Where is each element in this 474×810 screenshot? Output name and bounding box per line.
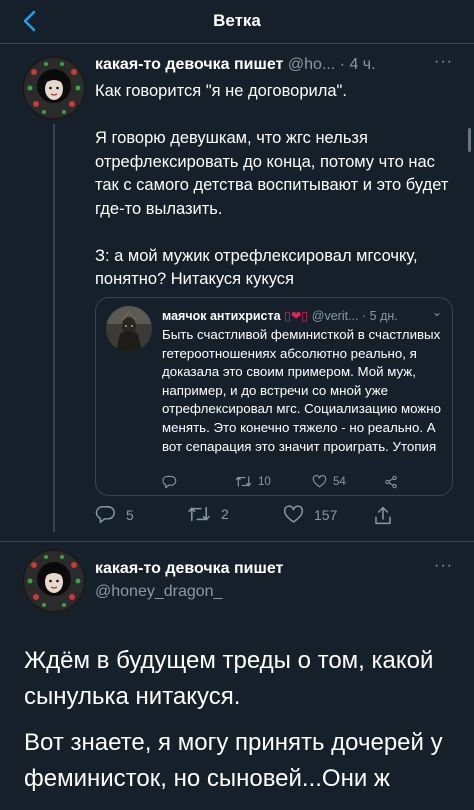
- quoted-share-button[interactable]: [384, 475, 398, 489]
- tweet-paragraph: З: а мой мужик отрефлексировал мгсочку, …: [95, 246, 418, 289]
- reply-icon: [162, 475, 177, 489]
- quoted-author-handle[interactable]: @verit...: [312, 309, 359, 323]
- quoted-tweet-text: Быть счастливой феминисткой в счастливых…: [162, 327, 441, 454]
- retweet-icon: [235, 476, 252, 487]
- heart-icon: [312, 475, 327, 488]
- top-bar: Ветка: [0, 0, 474, 44]
- tweet-paragraph: Я говорю девушкам, что жгс нельзя отрефл…: [95, 129, 449, 218]
- retweet-count: 2: [221, 506, 229, 522]
- quoted-tweet-time[interactable]: 5 дн.: [370, 309, 398, 323]
- heart-icon: [284, 505, 303, 523]
- tweet-time[interactable]: 4 ч.: [349, 56, 375, 73]
- author-avatar[interactable]: [22, 56, 86, 120]
- author-handle[interactable]: @honey_dragon_: [95, 583, 222, 600]
- reply-count: 5: [126, 506, 134, 523]
- retweet-button[interactable]: 2: [187, 505, 229, 523]
- like-button[interactable]: 157: [283, 505, 337, 524]
- reply-button[interactable]: 5: [95, 505, 134, 524]
- quoted-author-line: маячок антихриста ▯❤▯ @verit... · 5 дн.: [162, 308, 398, 323]
- quoted-tweet-card[interactable]: маячок антихриста ▯❤▯ @verit... · 5 дн. …: [95, 297, 453, 496]
- page-title: Ветка: [213, 11, 261, 30]
- tweet-action-bar: 5 2 157: [95, 505, 425, 527]
- quoted-author-emoji: ▯❤▯: [284, 309, 309, 323]
- tweet-paragraph: Вот знаете, я могу принять дочерей у фем…: [24, 729, 443, 792]
- author-avatar[interactable]: [22, 549, 86, 613]
- quoted-more-chevron-icon[interactable]: ⌄: [432, 305, 442, 319]
- tweet-text: Как говорится "я не договорила". Я говор…: [95, 80, 460, 292]
- scrollbar[interactable]: [468, 128, 471, 152]
- quoted-reply-button[interactable]: [162, 475, 183, 489]
- quoted-like-button[interactable]: 54: [312, 475, 346, 488]
- author-name[interactable]: какая-то девочка пишет: [95, 560, 283, 577]
- meta-separator: ·: [361, 309, 367, 323]
- tweet-author-name-line: какая-то девочка пишет: [95, 560, 283, 578]
- tweet-divider: [0, 541, 474, 542]
- reply-icon: [95, 505, 115, 524]
- tweet-author-handle-line: @honey_dragon_: [95, 583, 222, 601]
- quoted-author-name[interactable]: маячок антихриста: [162, 309, 281, 323]
- quoted-like-count: 54: [333, 475, 346, 488]
- retweet-icon: [188, 506, 210, 522]
- tweet-author-line: какая-то девочка пишет @ho... · 4 ч.: [95, 56, 376, 74]
- share-button[interactable]: [373, 505, 393, 526]
- quoted-action-bar: 10 54: [162, 475, 442, 491]
- more-options-button[interactable]: ···: [434, 557, 453, 575]
- more-options-button[interactable]: ···: [434, 53, 453, 71]
- tweet-paragraph: Ждём в будущем треды о том, какой сынуль…: [24, 647, 434, 710]
- author-name[interactable]: какая-то девочка пишет: [95, 56, 283, 73]
- meta-separator: ·: [339, 56, 345, 73]
- tweet-paragraph: Как говорится "я не договорила".: [95, 82, 347, 100]
- quoted-retweet-button[interactable]: 10: [235, 475, 271, 488]
- like-count: 157: [314, 506, 338, 523]
- thread-connector-line: [53, 124, 55, 532]
- quoted-retweet-count: 10: [258, 475, 271, 488]
- share-upload-icon: [375, 506, 391, 525]
- author-handle[interactable]: @ho...: [288, 56, 335, 73]
- share-icon: [385, 475, 397, 489]
- quoted-author-avatar[interactable]: [106, 306, 152, 352]
